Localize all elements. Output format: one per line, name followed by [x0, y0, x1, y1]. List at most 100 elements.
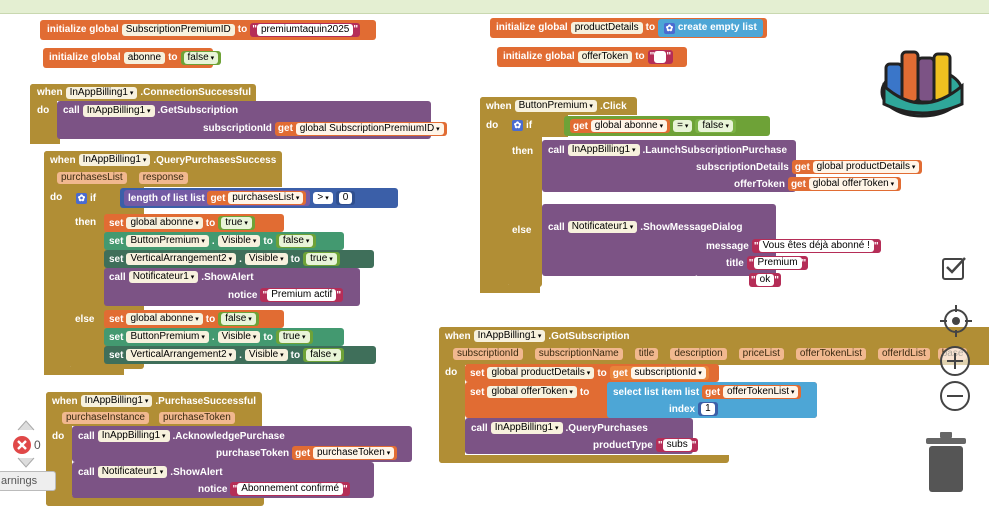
get-block[interactable]: get global SubscriptionPremiumID	[274, 122, 447, 136]
text-block[interactable]: " Premium "	[746, 256, 809, 270]
logic-value-dropdown[interactable]: false	[183, 52, 219, 64]
gear-icon[interactable]: ✿	[76, 192, 87, 204]
logic-block[interactable]: true	[218, 216, 255, 230]
get-var-dropdown[interactable]: global offerToken	[808, 178, 899, 190]
text-value[interactable]: Premium	[753, 257, 802, 269]
text-block[interactable]: " Abonnement confirmé "	[230, 482, 350, 496]
event-connection-successful[interactable]: when InAppBilling1 .ConnectionSuccessful…	[30, 84, 447, 144]
set-product-details[interactable]: set global productDetails to get subscri…	[465, 364, 719, 382]
init-global-product-details-block[interactable]: initialize global productDetails to ✿ cr…	[490, 18, 767, 38]
init-global-offer-token-block[interactable]: initialize global offerToken to " "	[497, 47, 687, 67]
event-got-subscription[interactable]: when InAppBilling1 .GotSubscription subs…	[439, 327, 989, 463]
var-name-field[interactable]: offerToken	[577, 51, 633, 63]
param-response[interactable]: response	[138, 172, 188, 184]
param-purchases-list[interactable]: purchasesList	[57, 172, 127, 184]
gear-icon[interactable]: ✿	[512, 119, 523, 131]
warnings-toggle-button[interactable]: arnings	[0, 471, 56, 491]
text-block[interactable]: " subs "	[655, 438, 699, 452]
set-var-dropdown[interactable]: global productDetails	[487, 367, 595, 379]
property-dropdown[interactable]: Visible	[244, 253, 288, 265]
var-name-field[interactable]: productDetails	[570, 22, 643, 34]
param-description[interactable]: description	[670, 348, 727, 360]
property-dropdown[interactable]: Visible	[244, 349, 288, 361]
get-var-dropdown[interactable]: purchaseToken	[312, 447, 395, 459]
component-dropdown[interactable]: InAppBilling1	[78, 154, 151, 166]
call-show-alert-confirm-block[interactable]: call Notificateur1 .ShowAlert notice "Ab…	[72, 462, 374, 498]
event-button-premium-click[interactable]: when ButtonPremium .Click do ✿ if get gl…	[480, 97, 932, 293]
text-block[interactable]: " Vous êtes déjà abonné ! "	[751, 239, 881, 253]
component-dropdown[interactable]: InAppBilling1	[65, 87, 138, 99]
component-dropdown[interactable]: InAppBilling1	[473, 330, 546, 342]
init-global-abonne-block[interactable]: initialize global abonne to false	[43, 48, 222, 68]
gear-icon[interactable]: ✿	[664, 22, 676, 34]
get-var-dropdown[interactable]: global abonne	[590, 120, 668, 132]
var-name-field[interactable]: SubscriptionPremiumID	[121, 24, 235, 36]
text-value[interactable]: Vous êtes déjà abonné !	[758, 240, 874, 252]
create-empty-list-block[interactable]: ✿ create empty list	[658, 19, 763, 37]
component-dropdown[interactable]: InAppBilling1	[97, 430, 170, 442]
set-var-dropdown[interactable]: global abonne	[126, 217, 203, 229]
logic-block[interactable]: false	[695, 119, 736, 133]
logic-value-dropdown[interactable]: true	[306, 253, 337, 265]
logic-value-dropdown[interactable]: false	[278, 235, 314, 247]
get-block[interactable]: get purchasesList	[207, 191, 307, 205]
set-button-visible-false[interactable]: set ButtonPremium . Visible to false	[104, 232, 344, 250]
call-query-purchases-block[interactable]: call InAppBilling1 .QueryPurchases produ…	[465, 418, 699, 454]
get-var-dropdown[interactable]: offerTokenList	[722, 386, 799, 398]
logic-block[interactable]: false	[303, 348, 344, 362]
component-dropdown[interactable]: InAppBilling1	[82, 105, 155, 117]
length-of-list-block[interactable]: length of list list get purchasesList	[124, 190, 311, 206]
property-dropdown[interactable]: Visible	[217, 331, 261, 343]
set-offer-token[interactable]: set global offerToken to select list ite…	[465, 382, 817, 418]
component-dropdown[interactable]: InAppBilling1	[80, 395, 153, 407]
param-subscription-name[interactable]: subscriptionName	[534, 348, 623, 360]
text-value[interactable]: Premium actif	[267, 289, 337, 301]
param-title[interactable]: title	[634, 348, 659, 360]
set-abonne-false[interactable]: set global abonne to false	[104, 310, 284, 328]
get-block[interactable]: get purchaseToken	[292, 446, 398, 460]
center-target-icon[interactable]	[939, 304, 973, 338]
logic-block[interactable]: false	[218, 312, 259, 326]
if-else-block[interactable]: ✿ if get global abonne = false then call…	[508, 115, 932, 287]
compare-op-dropdown[interactable]: =	[673, 120, 693, 132]
logic-value-dropdown[interactable]: false	[698, 120, 733, 132]
set-vertical-visible-true[interactable]: set VerticalArrangement2 . Visible to tr…	[104, 250, 374, 268]
init-global-subscription-id-block[interactable]: initialize global SubscriptionPremiumID …	[40, 20, 376, 40]
set-button-visible-true[interactable]: set ButtonPremium . Visible to true	[104, 328, 344, 346]
component-dropdown[interactable]: Notificateur1	[128, 271, 199, 283]
get-block[interactable]: get global productDetails	[791, 160, 923, 174]
get-var-dropdown[interactable]: global SubscriptionPremiumID	[295, 123, 444, 135]
set-abonne-true[interactable]: set global abonne to true	[104, 214, 284, 232]
get-var-dropdown[interactable]: purchasesList	[228, 192, 304, 204]
if-block[interactable]: ✿ if length of list list get purchasesLi…	[70, 187, 398, 375]
zoom-out-icon[interactable]	[939, 380, 971, 412]
get-block[interactable]: get offerTokenList	[702, 385, 802, 399]
param-purchase-token[interactable]: purchaseToken	[158, 412, 235, 424]
call-acknowledge-purchase-block[interactable]: call InAppBilling1 .AcknowledgePurchase …	[72, 426, 412, 462]
logic-value-dropdown[interactable]: true	[278, 331, 310, 343]
component-dropdown[interactable]: VerticalArrangement2	[126, 253, 237, 265]
empty-text-block[interactable]: " "	[647, 50, 674, 64]
get-var-dropdown[interactable]: global productDetails	[812, 161, 920, 173]
get-var-dropdown[interactable]: subscriptionId	[630, 367, 706, 379]
trash-icon[interactable]	[924, 432, 970, 494]
logic-block[interactable]: true	[275, 330, 313, 344]
logic-value-dropdown[interactable]: false	[221, 313, 256, 325]
text-value[interactable]: premiumtaquin2025	[256, 24, 354, 36]
text-block[interactable]: " Premium actif "	[260, 288, 344, 302]
set-var-dropdown[interactable]: global offerToken	[487, 386, 577, 398]
param-price-list[interactable]: priceList	[738, 348, 784, 360]
number-block[interactable]: 1	[698, 402, 718, 416]
component-dropdown[interactable]: InAppBilling1	[490, 422, 563, 434]
component-dropdown[interactable]: ButtonPremium	[126, 331, 209, 343]
param-offer-id-list[interactable]: offerIdList	[878, 348, 930, 360]
get-block[interactable]: get subscriptionId	[609, 366, 709, 380]
zoom-in-icon[interactable]	[939, 345, 971, 377]
param-purchase-instance[interactable]: purchaseInstance	[62, 412, 149, 424]
logic-block[interactable]: true	[303, 252, 340, 266]
warning-up-arrow-icon[interactable]	[16, 418, 36, 432]
select-list-item-block[interactable]: select list item list get offerTokenList…	[607, 382, 817, 418]
get-block[interactable]: get global offerToken	[787, 177, 902, 191]
param-subscription-id[interactable]: subscriptionId	[453, 348, 523, 360]
text-value[interactable]: ok	[755, 274, 775, 286]
